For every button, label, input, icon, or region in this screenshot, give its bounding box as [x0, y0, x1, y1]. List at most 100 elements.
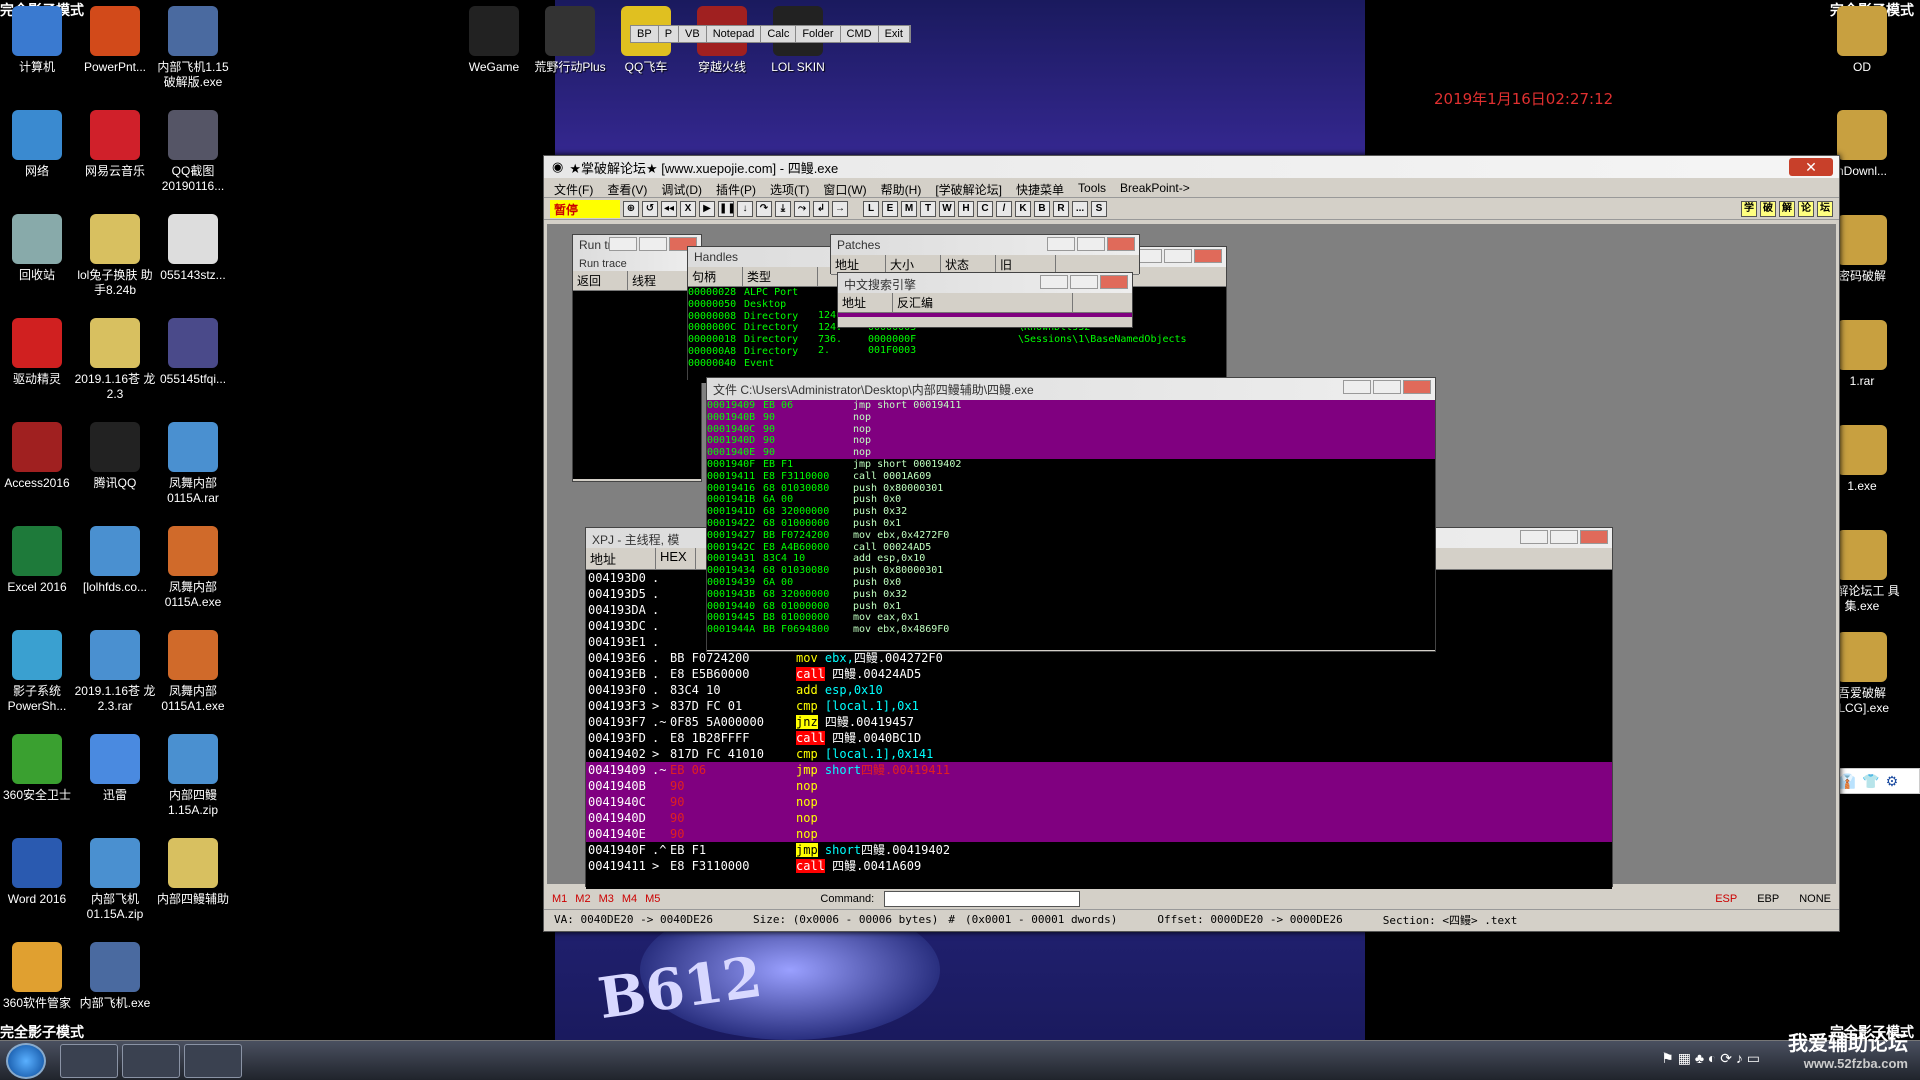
cpu-row[interactable]: 0041940E 90 nop: [586, 826, 1612, 842]
toolbar-plugin-button[interactable]: 坛: [1817, 200, 1833, 217]
start-button[interactable]: [6, 1043, 46, 1079]
handle-row[interactable]: 00000018 Directory: [688, 334, 818, 346]
desktop-icon[interactable]: 网络: [0, 110, 79, 179]
menu-item[interactable]: 选项(T): [770, 181, 809, 197]
register-selector[interactable]: EBP: [1757, 893, 1779, 905]
file-disasm-row[interactable]: 00019431 83C4 10 add esp,0x10: [707, 553, 1435, 565]
file-disasm-row[interactable]: 00019439 6A 00 push 0x0: [707, 577, 1435, 589]
toolbar-window-button[interactable]: T: [920, 200, 936, 217]
menu-item[interactable]: 查看(V): [607, 181, 647, 197]
desktop-icon[interactable]: 迅雷: [73, 734, 157, 803]
ime-button[interactable]: 👕: [1862, 773, 1879, 789]
desktop-icon[interactable]: 内部飞机1.15 破解版.exe: [151, 6, 235, 90]
desktop-icon[interactable]: 2019.1.16苍 龙2.3.rar: [73, 630, 157, 714]
file-disasm-row[interactable]: 00019427 BB F0724200 mov ebx,0x4272F0: [707, 530, 1435, 542]
command-input[interactable]: [884, 891, 1081, 907]
desktop-icon[interactable]: 055143stz...: [151, 214, 235, 283]
menu-item[interactable]: 插件(P): [716, 181, 756, 197]
memory-tab[interactable]: M4: [622, 893, 637, 905]
desktop-icon[interactable]: 回收站: [0, 214, 79, 283]
step-into-icon[interactable]: ↓: [737, 200, 753, 217]
cpu-row[interactable]: 0041940B 90 nop: [586, 778, 1612, 794]
execute-till-return-icon[interactable]: ↲: [813, 200, 829, 217]
file-disasm-row[interactable]: 0001942C E8 A4B60000 call 00024AD5: [707, 542, 1435, 554]
cpu-row[interactable]: 00419409 .~ EB 06 jmp short四鳗.00419411: [586, 762, 1612, 778]
menu-item[interactable]: Tools: [1078, 181, 1106, 195]
cpu-row[interactable]: 004193F0. 83C4 10 add esp,0x10: [586, 682, 1612, 698]
debugger-titlebar[interactable]: ◉ ★掌破解论坛★ [www.xuepojie.com] - 四鳗.exe ✕: [544, 156, 1839, 178]
cpu-row[interactable]: 0041940F .^ EB F1 jmp short四鳗.00419402: [586, 842, 1612, 858]
close-icon[interactable]: ◂◂: [661, 200, 677, 217]
file-disasm-row[interactable]: 00019416 68 01030080 push 0x80000301: [707, 483, 1435, 495]
toolbar-window-button[interactable]: L: [863, 200, 879, 217]
toolbar-window-button[interactable]: W: [939, 200, 955, 217]
file-disasm-row[interactable]: 0001940B 90 nop: [707, 411, 1435, 424]
run-icon[interactable]: ▶: [699, 200, 715, 217]
step-over-icon[interactable]: ↷: [756, 200, 772, 217]
cpu-row[interactable]: 0041940C 90 nop: [586, 794, 1612, 810]
column-header[interactable]: 返回: [573, 271, 628, 290]
launcher-button[interactable]: VB: [679, 26, 707, 42]
toolbar-window-button[interactable]: K: [1015, 200, 1031, 217]
column-header[interactable]: HEX: [656, 548, 696, 569]
handle-row[interactable]: 00000050 Desktop: [688, 299, 818, 311]
menu-item[interactable]: 文件(F): [554, 181, 593, 197]
launcher-button[interactable]: Exit: [879, 26, 910, 42]
menu-item[interactable]: BreakPoint->: [1120, 181, 1190, 195]
desktop-icon[interactable]: [lolhfds.co...: [73, 526, 157, 595]
desktop-icon[interactable]: 驱动精灵: [0, 318, 79, 387]
file-disasm-row[interactable]: 0001941D 68 32000000 push 0x32: [707, 506, 1435, 518]
toolbar-window-button[interactable]: M: [901, 200, 917, 217]
taskbar-app-2[interactable]: [122, 1044, 180, 1078]
file-disasm-row[interactable]: 00019422 68 01000000 push 0x1: [707, 518, 1435, 530]
desktop-icon[interactable]: 凤舞内部 0115A.exe: [151, 526, 235, 610]
taskbar-app-1[interactable]: [60, 1044, 118, 1078]
ime-button[interactable]: 👔: [1839, 773, 1856, 789]
file-disasm-row[interactable]: 0001940E 90 nop: [707, 447, 1435, 459]
system-tray[interactable]: ⚑ ▦ ♣ ◐ ⟳ ♪ ▭: [1661, 1050, 1760, 1067]
launcher-button[interactable]: CMD: [841, 26, 879, 42]
desktop-icon[interactable]: 计算机: [0, 6, 79, 75]
restart-icon[interactable]: ↺: [642, 200, 658, 217]
patches-titlebar[interactable]: Patches: [831, 235, 1139, 255]
cpu-row[interactable]: 004193F3 >837D FC 01 cmp [local.1],0x1: [586, 698, 1612, 714]
file-disasm-row[interactable]: 0001943B 68 32000000 push 0x32: [707, 589, 1435, 601]
column-header[interactable]: 类型: [743, 267, 818, 286]
toolbar-window-button[interactable]: H: [958, 200, 974, 217]
handle-row[interactable]: 00000008 Directory: [688, 311, 818, 323]
file-disasm-row[interactable]: 0001940C 90 nop: [707, 423, 1435, 436]
desktop-icon[interactable]: 影子系统 PowerSh...: [0, 630, 79, 714]
close-button[interactable]: ✕: [1789, 158, 1833, 176]
launcher-button[interactable]: BP: [631, 26, 659, 42]
desktop-icon[interactable]: PowerPnt...: [73, 6, 157, 75]
pause-icon[interactable]: ❚❚: [718, 200, 736, 217]
goto-icon[interactable]: →: [832, 200, 848, 217]
menu-item[interactable]: [学破解论坛]: [935, 181, 1002, 197]
file-disasm-row[interactable]: 00019440 68 01000000 push 0x1: [707, 601, 1435, 613]
desktop-icon[interactable]: 内部飞机.exe: [73, 942, 157, 1011]
run-trace-pane[interactable]: [573, 291, 701, 479]
trace-over-icon[interactable]: ⤳: [794, 200, 810, 217]
toolbar-plugin-button[interactable]: 破: [1760, 200, 1776, 217]
launcher-button[interactable]: Calc: [761, 26, 797, 42]
toolbar-window-button[interactable]: C: [977, 200, 993, 217]
file-disasm-row[interactable]: 00019411 E8 F3110000 call 0001A609: [707, 471, 1435, 483]
desktop-icon[interactable]: Word 2016: [0, 838, 79, 907]
toolbar-plugin-button[interactable]: 学: [1741, 200, 1757, 217]
file-disasm-pane[interactable]: 00019409 EB 06 jmp short 00019411 0001940B 9…: [707, 400, 1435, 650]
desktop-icon[interactable]: 2019.1.16苍 龙2.3: [73, 318, 157, 402]
handle-row[interactable]: 000000A8 Directory: [688, 346, 818, 358]
cpu-row[interactable]: 004193F7 .~ 0F85 5A000000 jnz 四鳗.00419457: [586, 714, 1612, 730]
file-disasm-row[interactable]: 0001941B 6A 00 push 0x0: [707, 494, 1435, 506]
cpu-row[interactable]: 00419411 > E8 F3110000 call 四鳗.0041A609: [586, 858, 1612, 874]
column-header[interactable]: 地址: [838, 293, 893, 312]
launcher-button[interactable]: P: [659, 26, 680, 42]
menu-item[interactable]: 调试(D): [661, 181, 702, 197]
memory-tab[interactable]: M5: [645, 893, 660, 905]
desktop-icon[interactable]: Excel 2016: [0, 526, 79, 595]
toolbar-window-button[interactable]: ...: [1072, 200, 1088, 217]
desktop-icon[interactable]: 荒野行动Plus: [528, 6, 612, 75]
handle-row[interactable]: 0000000C Directory: [688, 322, 818, 334]
file-disasm-row[interactable]: 00019409 EB 06 jmp short 00019411: [707, 400, 1435, 412]
run-trace-titlebar[interactable]: Run trace: [573, 235, 701, 255]
